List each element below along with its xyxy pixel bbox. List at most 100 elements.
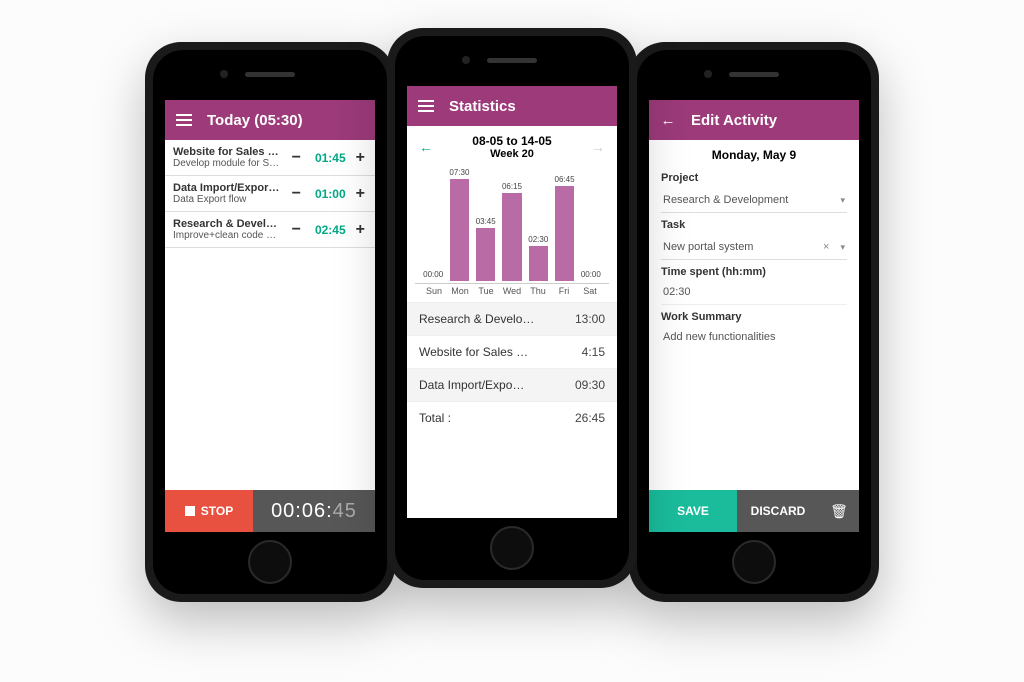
appbar-title: Statistics	[449, 98, 516, 115]
next-week-icon[interactable]: →	[591, 139, 605, 155]
edit-form: Monday, May 9 Project Research & Develop…	[649, 140, 859, 490]
bar-value-label: 03:45	[476, 217, 496, 226]
timer-bar: STOP 00:06:45	[165, 490, 375, 532]
stat-row: Total :26:45	[407, 401, 617, 434]
project-select[interactable]: Research & Development ▾	[661, 190, 847, 213]
stat-value: 09:30	[575, 378, 605, 392]
appbar-edit: ← Edit Activity	[649, 100, 859, 140]
date-range: 08-05 to 14-05	[472, 134, 551, 148]
stat-name: Total :	[419, 411, 451, 425]
time-spent-label: Time spent (hh:mm)	[661, 266, 847, 278]
minus-icon[interactable]: −	[288, 149, 305, 167]
save-button[interactable]: SAVE	[649, 490, 737, 532]
chart-bar: 06:45	[552, 168, 576, 281]
stat-row: Research & Develo… 13:00	[407, 302, 617, 335]
task-select[interactable]: New portal system × ▾	[661, 237, 847, 260]
activity-title: Website for Sales & W…	[173, 146, 282, 158]
date-range-nav: ← 08-05 to 14-05 Week 20 →	[407, 126, 617, 164]
bar-value-label: 07:30	[449, 168, 469, 177]
discard-button[interactable]: DISCARD	[737, 504, 819, 518]
stat-value: 13:00	[575, 312, 605, 326]
appbar-title: Today (05:30)	[207, 112, 303, 129]
phone-stats: Statistics ← 08-05 to 14-05 Week 20 → 00…	[387, 28, 637, 588]
home-button[interactable]	[248, 540, 292, 584]
chart-bar: 06:15	[500, 168, 524, 281]
chart-x-axis: SunMonTueWedThuFriSat	[415, 286, 609, 296]
activity-row[interactable]: Research & Developme… Improve+clean code…	[165, 212, 375, 248]
chart-bar: 07:30	[447, 168, 471, 281]
stop-button[interactable]: STOP	[165, 490, 253, 532]
activity-title: Research & Developme…	[173, 218, 282, 230]
plus-icon[interactable]: +	[354, 149, 367, 167]
minus-icon[interactable]: −	[288, 185, 305, 203]
bar-fill	[450, 179, 469, 281]
activity-title: Data Import/Export Plu…	[173, 182, 282, 194]
project-value: Research & Development	[663, 194, 788, 206]
axis-tick: Thu	[525, 286, 551, 296]
stop-label: STOP	[201, 504, 233, 518]
bar-fill	[555, 186, 574, 281]
chart-bar: 02:30	[526, 168, 550, 281]
project-label: Project	[661, 172, 847, 184]
chart-bar: 00:00	[421, 168, 445, 281]
chart-bar: 00:00	[579, 168, 603, 281]
activity-time: 01:00	[311, 187, 346, 201]
activity-list: Website for Sales & W… Develop module fo…	[165, 140, 375, 490]
form-date: Monday, May 9	[661, 148, 847, 162]
action-bar: SAVE DISCARD 🗑	[649, 490, 859, 532]
activity-row[interactable]: Data Import/Export Plu… Data Export flow…	[165, 176, 375, 212]
appbar-title: Edit Activity	[691, 112, 777, 129]
work-summary-label: Work Summary	[661, 311, 847, 323]
axis-tick: Fri	[551, 286, 577, 296]
activity-subtitle: Data Export flow	[173, 194, 282, 205]
hamburger-icon[interactable]	[175, 114, 193, 126]
plus-icon[interactable]: +	[354, 221, 367, 239]
home-button[interactable]	[732, 540, 776, 584]
home-button[interactable]	[490, 526, 534, 570]
bar-value-label: 00:00	[423, 270, 443, 279]
week-number: Week 20	[472, 148, 551, 160]
stat-name: Research & Develo…	[419, 312, 534, 326]
appbar-today: Today (05:30)	[165, 100, 375, 140]
stat-value: 4:15	[582, 345, 605, 359]
axis-tick: Tue	[473, 286, 499, 296]
chevron-down-icon: ▾	[840, 195, 845, 206]
hamburger-icon[interactable]	[417, 100, 435, 112]
bar-value-label: 00:00	[581, 270, 601, 279]
axis-tick: Mon	[447, 286, 473, 296]
phone-today: Today (05:30) Website for Sales & W… Dev…	[145, 42, 395, 602]
task-label: Task	[661, 219, 847, 231]
axis-tick: Sun	[421, 286, 447, 296]
activity-row[interactable]: Website for Sales & W… Develop module fo…	[165, 140, 375, 176]
plus-icon[interactable]: +	[354, 185, 367, 203]
clear-icon[interactable]: ×	[823, 241, 829, 253]
chart-bar: 03:45	[474, 168, 498, 281]
axis-tick: Wed	[499, 286, 525, 296]
prev-week-icon[interactable]: ←	[419, 139, 433, 155]
timer-readout: 00:06:45	[253, 500, 375, 523]
stat-row: Data Import/Expo… 09:30	[407, 368, 617, 401]
bar-value-label: 06:45	[555, 175, 575, 184]
bar-fill	[502, 193, 521, 281]
back-icon[interactable]: ←	[659, 112, 677, 129]
bar-fill	[476, 228, 495, 281]
stat-row: Website for Sales … 4:15	[407, 335, 617, 368]
stat-name: Data Import/Expo…	[419, 378, 524, 392]
trash-icon[interactable]: 🗑	[819, 503, 859, 520]
bar-value-label: 02:30	[528, 235, 548, 244]
activity-subtitle: Improve+clean code an…	[173, 230, 282, 241]
time-spent-input[interactable]: 02:30	[661, 284, 847, 305]
axis-tick: Sat	[577, 286, 603, 296]
weekly-bar-chart: 00:00 07:30 03:45 06:15 02:30 06:45 00:00	[415, 164, 609, 284]
task-value: New portal system	[663, 241, 753, 253]
activity-subtitle: Develop module for Sa…	[173, 158, 282, 169]
stat-name: Website for Sales …	[419, 345, 528, 359]
activity-time: 01:45	[311, 151, 346, 165]
activity-time: 02:45	[311, 223, 346, 237]
phone-edit: ← Edit Activity Monday, May 9 Project Re…	[629, 42, 879, 602]
work-summary-input[interactable]: Add new functionalities	[661, 329, 847, 349]
stop-icon	[185, 506, 195, 516]
chevron-down-icon: ▾	[840, 242, 845, 252]
bar-value-label: 06:15	[502, 182, 522, 191]
minus-icon[interactable]: −	[288, 221, 305, 239]
